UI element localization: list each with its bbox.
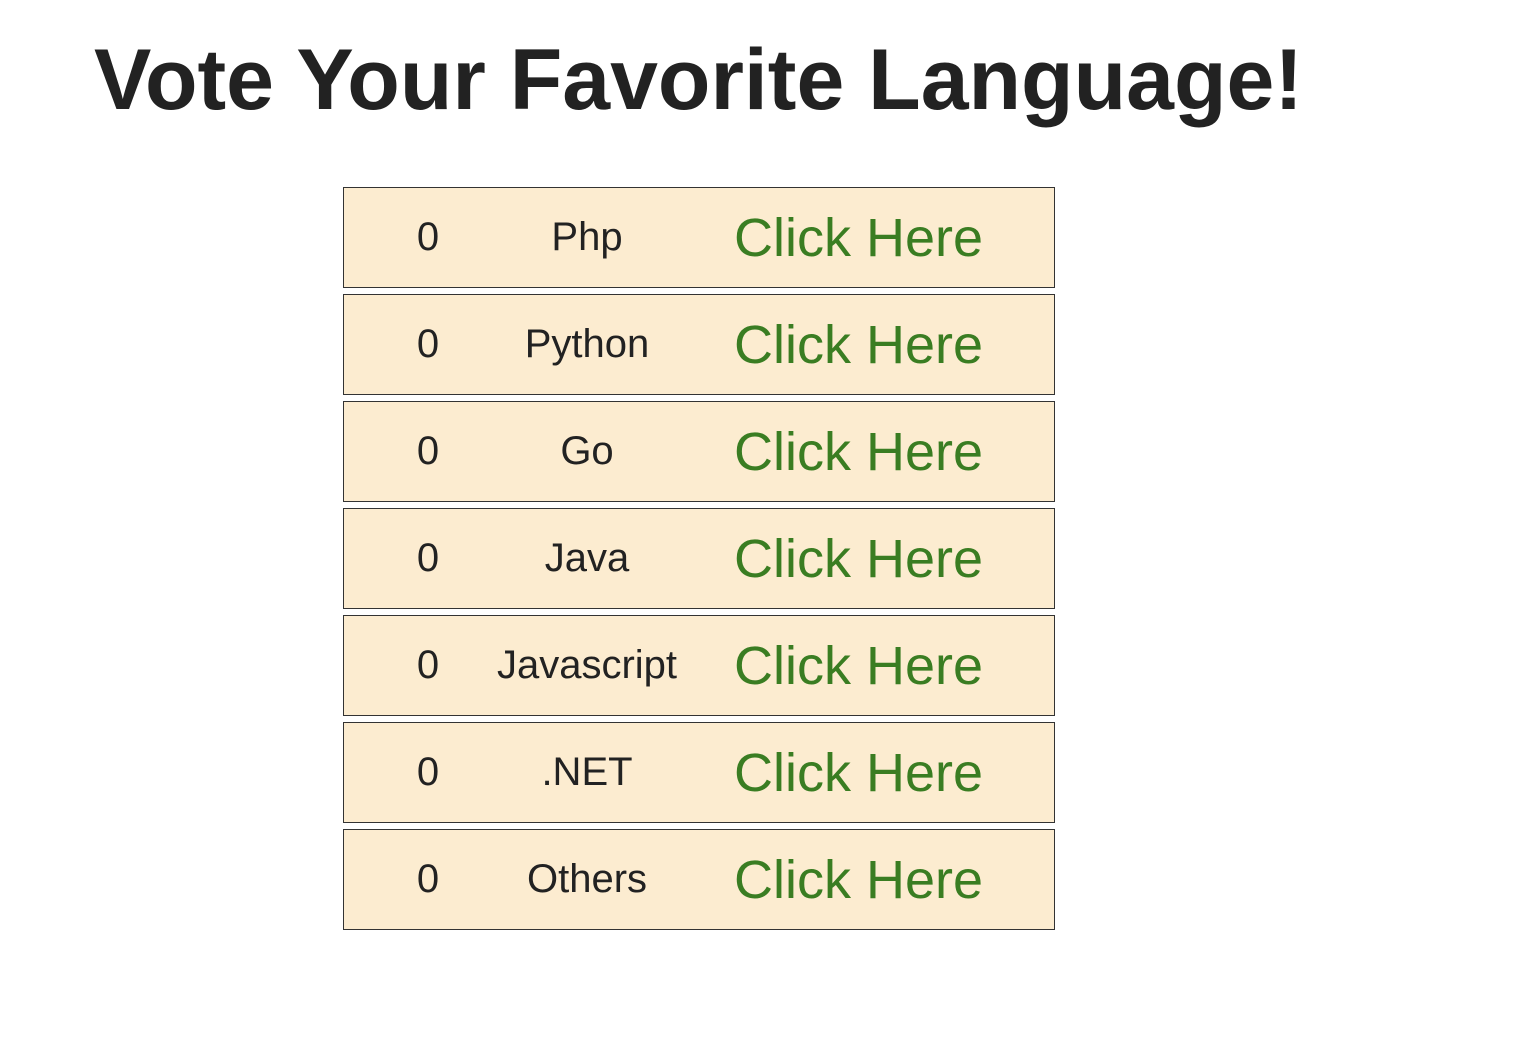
- language-name: Go: [560, 429, 614, 473]
- vote-count: 0: [416, 215, 440, 259]
- vote-count: 0: [416, 536, 440, 580]
- vote-row-dotnet: 0 .NET Click Here: [343, 722, 1055, 823]
- language-name: Others: [526, 857, 648, 901]
- vote-row-go: 0 Go Click Here: [343, 401, 1055, 502]
- vote-count: 0: [416, 322, 440, 366]
- vote-link-java[interactable]: Click Here: [734, 509, 983, 608]
- language-name: Java: [544, 536, 630, 580]
- vote-count: 0: [416, 429, 440, 473]
- vote-count: 0: [416, 750, 440, 794]
- vote-row-javascript: 0 Javascript Click Here: [343, 615, 1055, 716]
- language-name: .NET: [541, 750, 633, 794]
- vote-link-php[interactable]: Click Here: [734, 188, 983, 287]
- page-title: Vote Your Favorite Language!: [94, 32, 1303, 128]
- vote-row-others: 0 Others Click Here: [343, 829, 1055, 930]
- vote-link-python[interactable]: Click Here: [734, 295, 983, 394]
- language-name: Php: [551, 215, 623, 259]
- vote-link-go[interactable]: Click Here: [734, 402, 983, 501]
- vote-row-python: 0 Python Click Here: [343, 294, 1055, 395]
- language-name: Javascript: [496, 643, 678, 687]
- vote-link-others[interactable]: Click Here: [734, 830, 983, 929]
- vote-row-java: 0 Java Click Here: [343, 508, 1055, 609]
- vote-link-javascript[interactable]: Click Here: [734, 616, 983, 715]
- vote-count: 0: [416, 857, 440, 901]
- vote-list: 0 Php Click Here 0 Python Click Here 0 G…: [343, 187, 1055, 936]
- language-name: Python: [524, 322, 650, 366]
- vote-count: 0: [416, 643, 440, 687]
- vote-row-php: 0 Php Click Here: [343, 187, 1055, 288]
- vote-link-dotnet[interactable]: Click Here: [734, 723, 983, 822]
